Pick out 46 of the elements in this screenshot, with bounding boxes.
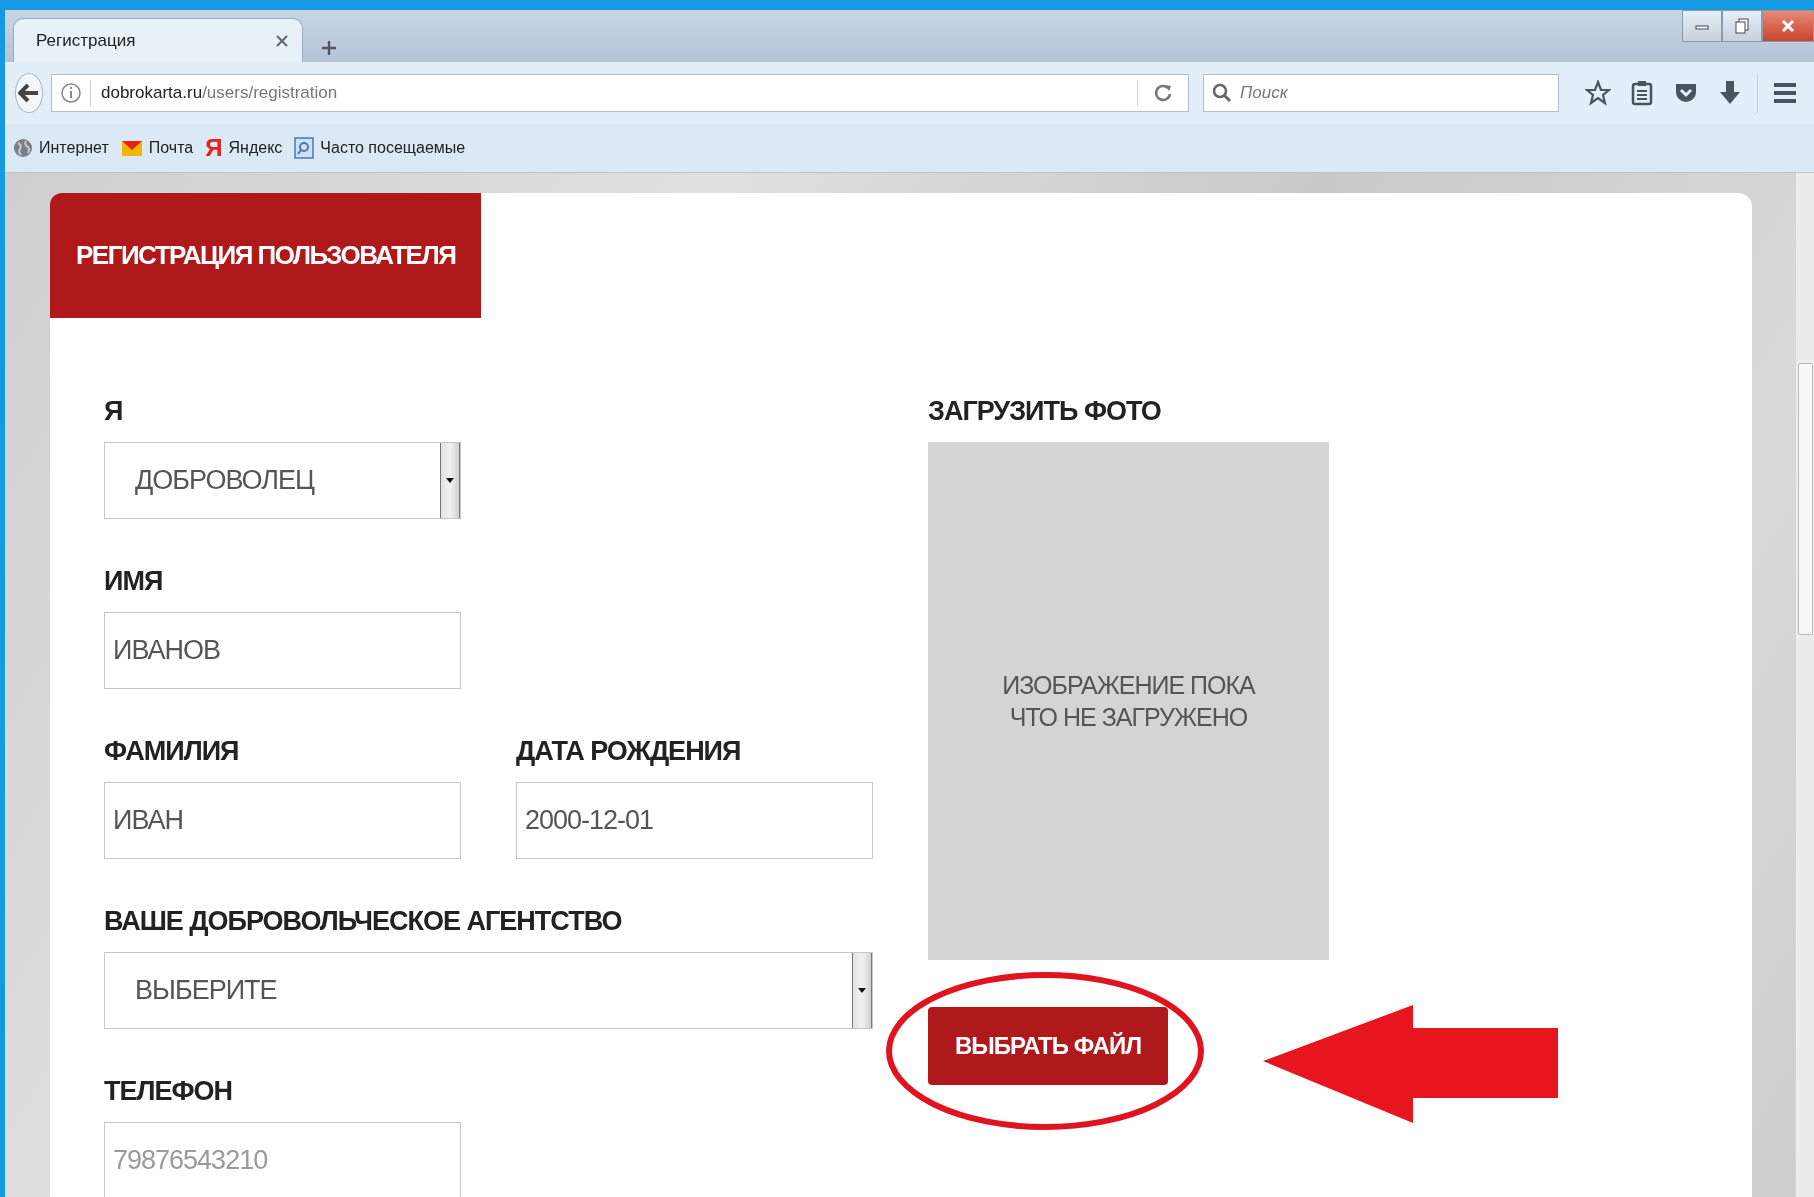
- scroll-thumb[interactable]: [1798, 363, 1813, 635]
- address-bar[interactable]: dobrokarta.ru/users/registration: [51, 74, 1189, 112]
- select-field[interactable]: ВЫБЕРИТЕ: [104, 952, 873, 1029]
- field-label: ДАТА РОЖДЕНИЯ: [516, 735, 742, 768]
- close-button[interactable]: [1762, 10, 1814, 42]
- browser-tab[interactable]: Регистрация: [13, 18, 303, 62]
- close-icon: [276, 34, 288, 47]
- minimize-button[interactable]: [1682, 10, 1722, 42]
- caret-icon: [858, 988, 866, 993]
- bookmark-page-icon: [294, 137, 315, 159]
- envelope-icon: [120, 138, 143, 158]
- plus-icon: [321, 40, 337, 56]
- field-label: ТЕЛЕФОН: [104, 1075, 233, 1108]
- field-label: ИМЯ: [104, 565, 164, 598]
- field-label: ФАМИЛИЯ: [104, 735, 240, 768]
- field-label: ВАШЕ ДОБРОВОЛЬЧЕСКОЕ АГЕНТСТВО: [104, 905, 623, 938]
- back-button[interactable]: [15, 73, 43, 113]
- photo-label: ЗАГРУЗИТЬ ФОТО: [928, 395, 1162, 428]
- close-tab-button[interactable]: [276, 34, 288, 47]
- yandex-icon: Я: [205, 136, 223, 160]
- scrollbar[interactable]: [1795, 173, 1814, 1197]
- globe-icon: [13, 138, 33, 158]
- field-label: Я: [104, 395, 124, 428]
- bookmark-link[interactable]: Часто посещаемые: [294, 137, 466, 159]
- caret-icon: [446, 478, 454, 483]
- bookmark-link[interactable]: Я Яндекс: [205, 136, 283, 160]
- empty-photo-text: ИЗОБРАЖЕНИЕ ПОКА ЧТО НЕ ЗАГРУЖЕНО: [1001, 670, 1257, 733]
- search-icon: [1212, 83, 1232, 103]
- search-placeholder: Поиск: [1240, 83, 1288, 103]
- bookmark-link[interactable]: Почта: [120, 138, 194, 158]
- page-title: РЕГИСТРАЦИЯ ПОЛЬЗОВАТЕЛЯ: [50, 193, 482, 318]
- tab-title: Регистрация: [36, 30, 136, 51]
- bookmark-link[interactable]: Интернет: [13, 138, 109, 158]
- back-arrow-icon: [18, 83, 40, 103]
- search-field[interactable]: Поиск: [1203, 74, 1559, 112]
- url-text: dobrokarta.ru/users/registration: [100, 83, 339, 103]
- reload-icon[interactable]: [1152, 82, 1174, 104]
- close-icon: [1780, 18, 1796, 34]
- select-field[interactable]: ДОБРОВОЛЕЦ: [104, 442, 461, 519]
- choose-file-button[interactable]: ВЫБРАТЬ ФАЙЛ: [928, 1007, 1168, 1085]
- restore-icon: [1734, 17, 1750, 35]
- input-field[interactable]: ИВАН: [104, 782, 461, 859]
- input-field[interactable]: 2000-12-01: [516, 782, 873, 859]
- maximize-button[interactable]: [1722, 10, 1762, 42]
- input-field[interactable]: ИВАНОВ: [104, 612, 461, 689]
- info-icon[interactable]: [60, 82, 82, 104]
